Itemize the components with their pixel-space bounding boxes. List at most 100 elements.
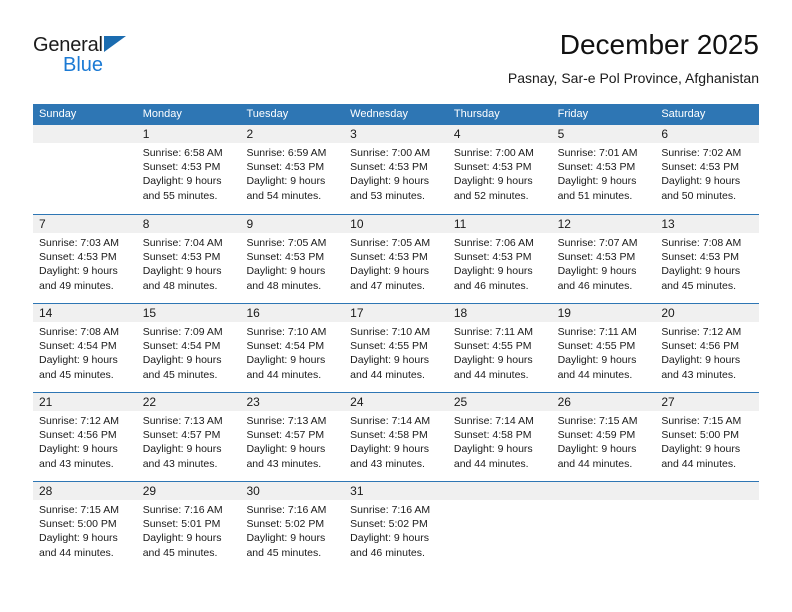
page-header: General Blue December 2025 Pasnay, Sar-e…	[33, 28, 759, 98]
day-details: Sunrise: 7:12 AM Sunset: 4:56 PM Daylight:…	[655, 322, 759, 382]
column-header-wednesday: Wednesday	[350, 108, 409, 120]
day-details: Sunrise: 7:01 AM Sunset: 4:53 PM Daylight:…	[552, 143, 656, 203]
daylight-text-line2: and 45 minutes.	[142, 368, 218, 381]
day-number: 3	[344, 125, 448, 143]
daylight-text-line2: and 44 minutes.	[39, 546, 114, 559]
calendar-week-row: 1 Sunrise: 6:58 AM Sunset: 4:53 PM Daylight…	[33, 125, 760, 214]
triangle-icon	[104, 36, 126, 52]
day-cell[interactable]: 5 Sunrise: 7:01 AM Sunset: 4:53 PM Daylight…	[551, 125, 656, 214]
day-cell[interactable]: 10 Sunrise: 7:05 AM Sunset: 4:53 PM Dayligh…	[344, 215, 448, 303]
daylight-text-line1: Daylight: 9 hours	[350, 175, 429, 188]
day-cell[interactable]: 20 Sunrise: 7:12 AM Sunset: 4:56 PM Dayligh…	[655, 304, 760, 392]
day-details: Sunrise: 6:58 AM Sunset: 4:53 PM Daylight:…	[137, 143, 241, 203]
day-cell-empty	[551, 482, 656, 570]
day-number: 31	[344, 482, 448, 500]
day-cell[interactable]: 4 Sunrise: 7:00 AM Sunset: 4:53 PM Daylight…	[447, 125, 552, 214]
daylight-text-line2: and 44 minutes.	[453, 457, 529, 470]
daylight-text-line2: and 46 minutes.	[350, 546, 425, 559]
day-cell[interactable]: 2 Sunrise: 6:59 AM Sunset: 4:53 PM Daylight…	[240, 125, 345, 214]
sunrise-text: Sunrise: 6:59 AM	[246, 147, 327, 159]
day-number: 28	[33, 482, 137, 500]
day-number: 29	[136, 482, 241, 500]
day-details: Sunrise: 7:14 AM Sunset: 4:58 PM Daylight:…	[344, 411, 448, 471]
day-cell[interactable]: 19 Sunrise: 7:11 AM Sunset: 4:55 PM Dayligh…	[551, 304, 656, 392]
daylight-text-line1: Daylight: 9 hours	[453, 354, 533, 367]
day-cell[interactable]: 17 Sunrise: 7:10 AM Sunset: 4:55 PM Dayligh…	[344, 304, 448, 392]
sunset-text: Sunset: 4:53 PM	[557, 161, 636, 174]
sunset-text: Sunset: 4:54 PM	[246, 340, 325, 353]
daylight-text-line2: and 44 minutes.	[453, 368, 529, 381]
day-cell[interactable]: 26 Sunrise: 7:15 AM Sunset: 4:59 PM Dayligh…	[551, 393, 656, 481]
daylight-text-line2: and 46 minutes.	[453, 279, 529, 292]
column-header-friday: Friday	[557, 108, 589, 120]
day-cell[interactable]: 15 Sunrise: 7:09 AM Sunset: 4:54 PM Dayligh…	[136, 304, 241, 392]
day-number: 23	[240, 393, 345, 411]
sunrise-text: Sunrise: 7:16 AM	[246, 504, 327, 516]
day-cell[interactable]: 25 Sunrise: 7:14 AM Sunset: 4:58 PM Dayligh…	[447, 393, 552, 481]
day-cell[interactable]: 9 Sunrise: 7:05 AM Sunset: 4:53 PM Daylight…	[240, 215, 345, 303]
day-cell[interactable]: 21 Sunrise: 7:12 AM Sunset: 4:56 PM Dayligh…	[33, 393, 137, 481]
sunrise-text: Sunrise: 7:00 AM	[453, 147, 534, 159]
day-number: 14	[33, 304, 137, 322]
sunset-text: Sunset: 4:53 PM	[39, 251, 117, 264]
day-number: 16	[240, 304, 345, 322]
day-number: 30	[240, 482, 345, 500]
day-cell[interactable]: 18 Sunrise: 7:11 AM Sunset: 4:55 PM Dayligh…	[447, 304, 552, 392]
daylight-text-line2: and 50 minutes.	[661, 189, 737, 202]
day-cell[interactable]: 23 Sunrise: 7:13 AM Sunset: 4:57 PM Dayligh…	[240, 393, 345, 481]
column-header-thursday: Thursday	[453, 108, 500, 120]
sunrise-text: Sunrise: 7:16 AM	[350, 504, 431, 516]
daylight-text-line1: Daylight: 9 hours	[142, 443, 222, 456]
day-details: Sunrise: 7:02 AM Sunset: 4:53 PM Daylight:…	[655, 143, 759, 203]
day-cell[interactable]: 11 Sunrise: 7:06 AM Sunset: 4:53 PM Dayligh…	[447, 215, 552, 303]
day-details: Sunrise: 7:12 AM Sunset: 4:56 PM Daylight:…	[33, 411, 137, 471]
day-cell[interactable]: 8 Sunrise: 7:04 AM Sunset: 4:53 PM Daylight…	[136, 215, 241, 303]
day-cell[interactable]: 13 Sunrise: 7:08 AM Sunset: 4:53 PM Dayligh…	[655, 215, 760, 303]
day-cell[interactable]: 24 Sunrise: 7:14 AM Sunset: 4:58 PM Dayligh…	[344, 393, 448, 481]
sunset-text: Sunset: 4:53 PM	[453, 251, 532, 264]
day-number: 18	[447, 304, 552, 322]
sunset-text: Sunset: 5:00 PM	[39, 518, 117, 531]
day-cell[interactable]: 27 Sunrise: 7:15 AM Sunset: 5:00 PM Dayligh…	[655, 393, 760, 481]
daylight-text-line1: Daylight: 9 hours	[453, 443, 533, 456]
daylight-text-line1: Daylight: 9 hours	[661, 354, 741, 367]
daylight-text-line2: and 44 minutes.	[661, 457, 737, 470]
day-details: Sunrise: 7:16 AM Sunset: 5:02 PM Daylight:…	[240, 500, 344, 560]
daylight-text-line2: and 43 minutes.	[142, 457, 218, 470]
sunset-text: Sunset: 4:53 PM	[142, 251, 221, 264]
day-cell[interactable]: 31 Sunrise: 7:16 AM Sunset: 5:02 PM Dayligh…	[344, 482, 448, 570]
daylight-text-line1: Daylight: 9 hours	[453, 175, 533, 188]
day-cell[interactable]: 28 Sunrise: 7:15 AM Sunset: 5:00 PM Dayligh…	[33, 482, 137, 570]
day-number: 15	[136, 304, 241, 322]
day-details: Sunrise: 7:11 AM Sunset: 4:55 PM Daylight:…	[552, 322, 656, 382]
day-cell[interactable]: 3 Sunrise: 7:00 AM Sunset: 4:53 PM Daylight…	[344, 125, 448, 214]
sunrise-text: Sunrise: 7:14 AM	[453, 415, 534, 427]
day-cell[interactable]: 1 Sunrise: 6:58 AM Sunset: 4:53 PM Daylight…	[136, 125, 241, 214]
day-cell[interactable]: 29 Sunrise: 7:16 AM Sunset: 5:01 PM Dayligh…	[136, 482, 241, 570]
daylight-text-line1: Daylight: 9 hours	[246, 354, 326, 367]
sunset-text: Sunset: 5:02 PM	[350, 518, 428, 531]
day-number	[447, 482, 552, 500]
daylight-text-line1: Daylight: 9 hours	[661, 265, 741, 278]
day-number: 13	[655, 215, 760, 233]
day-number: 6	[655, 125, 760, 143]
column-header-sunday: Sunday	[39, 108, 77, 120]
day-cell[interactable]: 30 Sunrise: 7:16 AM Sunset: 5:02 PM Dayligh…	[240, 482, 345, 570]
day-details: Sunrise: 7:05 AM Sunset: 4:53 PM Daylight:…	[240, 233, 344, 293]
day-cell[interactable]: 14 Sunrise: 7:08 AM Sunset: 4:54 PM Dayligh…	[33, 304, 137, 392]
day-number	[655, 482, 760, 500]
sunrise-text: Sunrise: 7:16 AM	[142, 504, 223, 516]
daylight-text-line2: and 45 minutes.	[142, 546, 218, 559]
day-details: Sunrise: 7:15 AM Sunset: 5:00 PM Daylight:…	[33, 500, 137, 560]
sunset-text: Sunset: 4:53 PM	[350, 161, 428, 174]
day-cell[interactable]: 12 Sunrise: 7:07 AM Sunset: 4:53 PM Dayligh…	[551, 215, 656, 303]
daylight-text-line1: Daylight: 9 hours	[557, 175, 637, 188]
day-cell[interactable]: 7 Sunrise: 7:03 AM Sunset: 4:53 PM Daylight…	[33, 215, 137, 303]
sunrise-text: Sunrise: 7:04 AM	[142, 237, 223, 249]
day-cell[interactable]: 22 Sunrise: 7:13 AM Sunset: 4:57 PM Dayligh…	[136, 393, 241, 481]
daylight-text-line2: and 53 minutes.	[350, 189, 425, 202]
daylight-text-line1: Daylight: 9 hours	[661, 443, 741, 456]
sunrise-text: Sunrise: 7:00 AM	[350, 147, 431, 159]
day-cell[interactable]: 16 Sunrise: 7:10 AM Sunset: 4:54 PM Dayligh…	[240, 304, 345, 392]
day-cell[interactable]: 6 Sunrise: 7:02 AM Sunset: 4:53 PM Daylight…	[655, 125, 760, 214]
